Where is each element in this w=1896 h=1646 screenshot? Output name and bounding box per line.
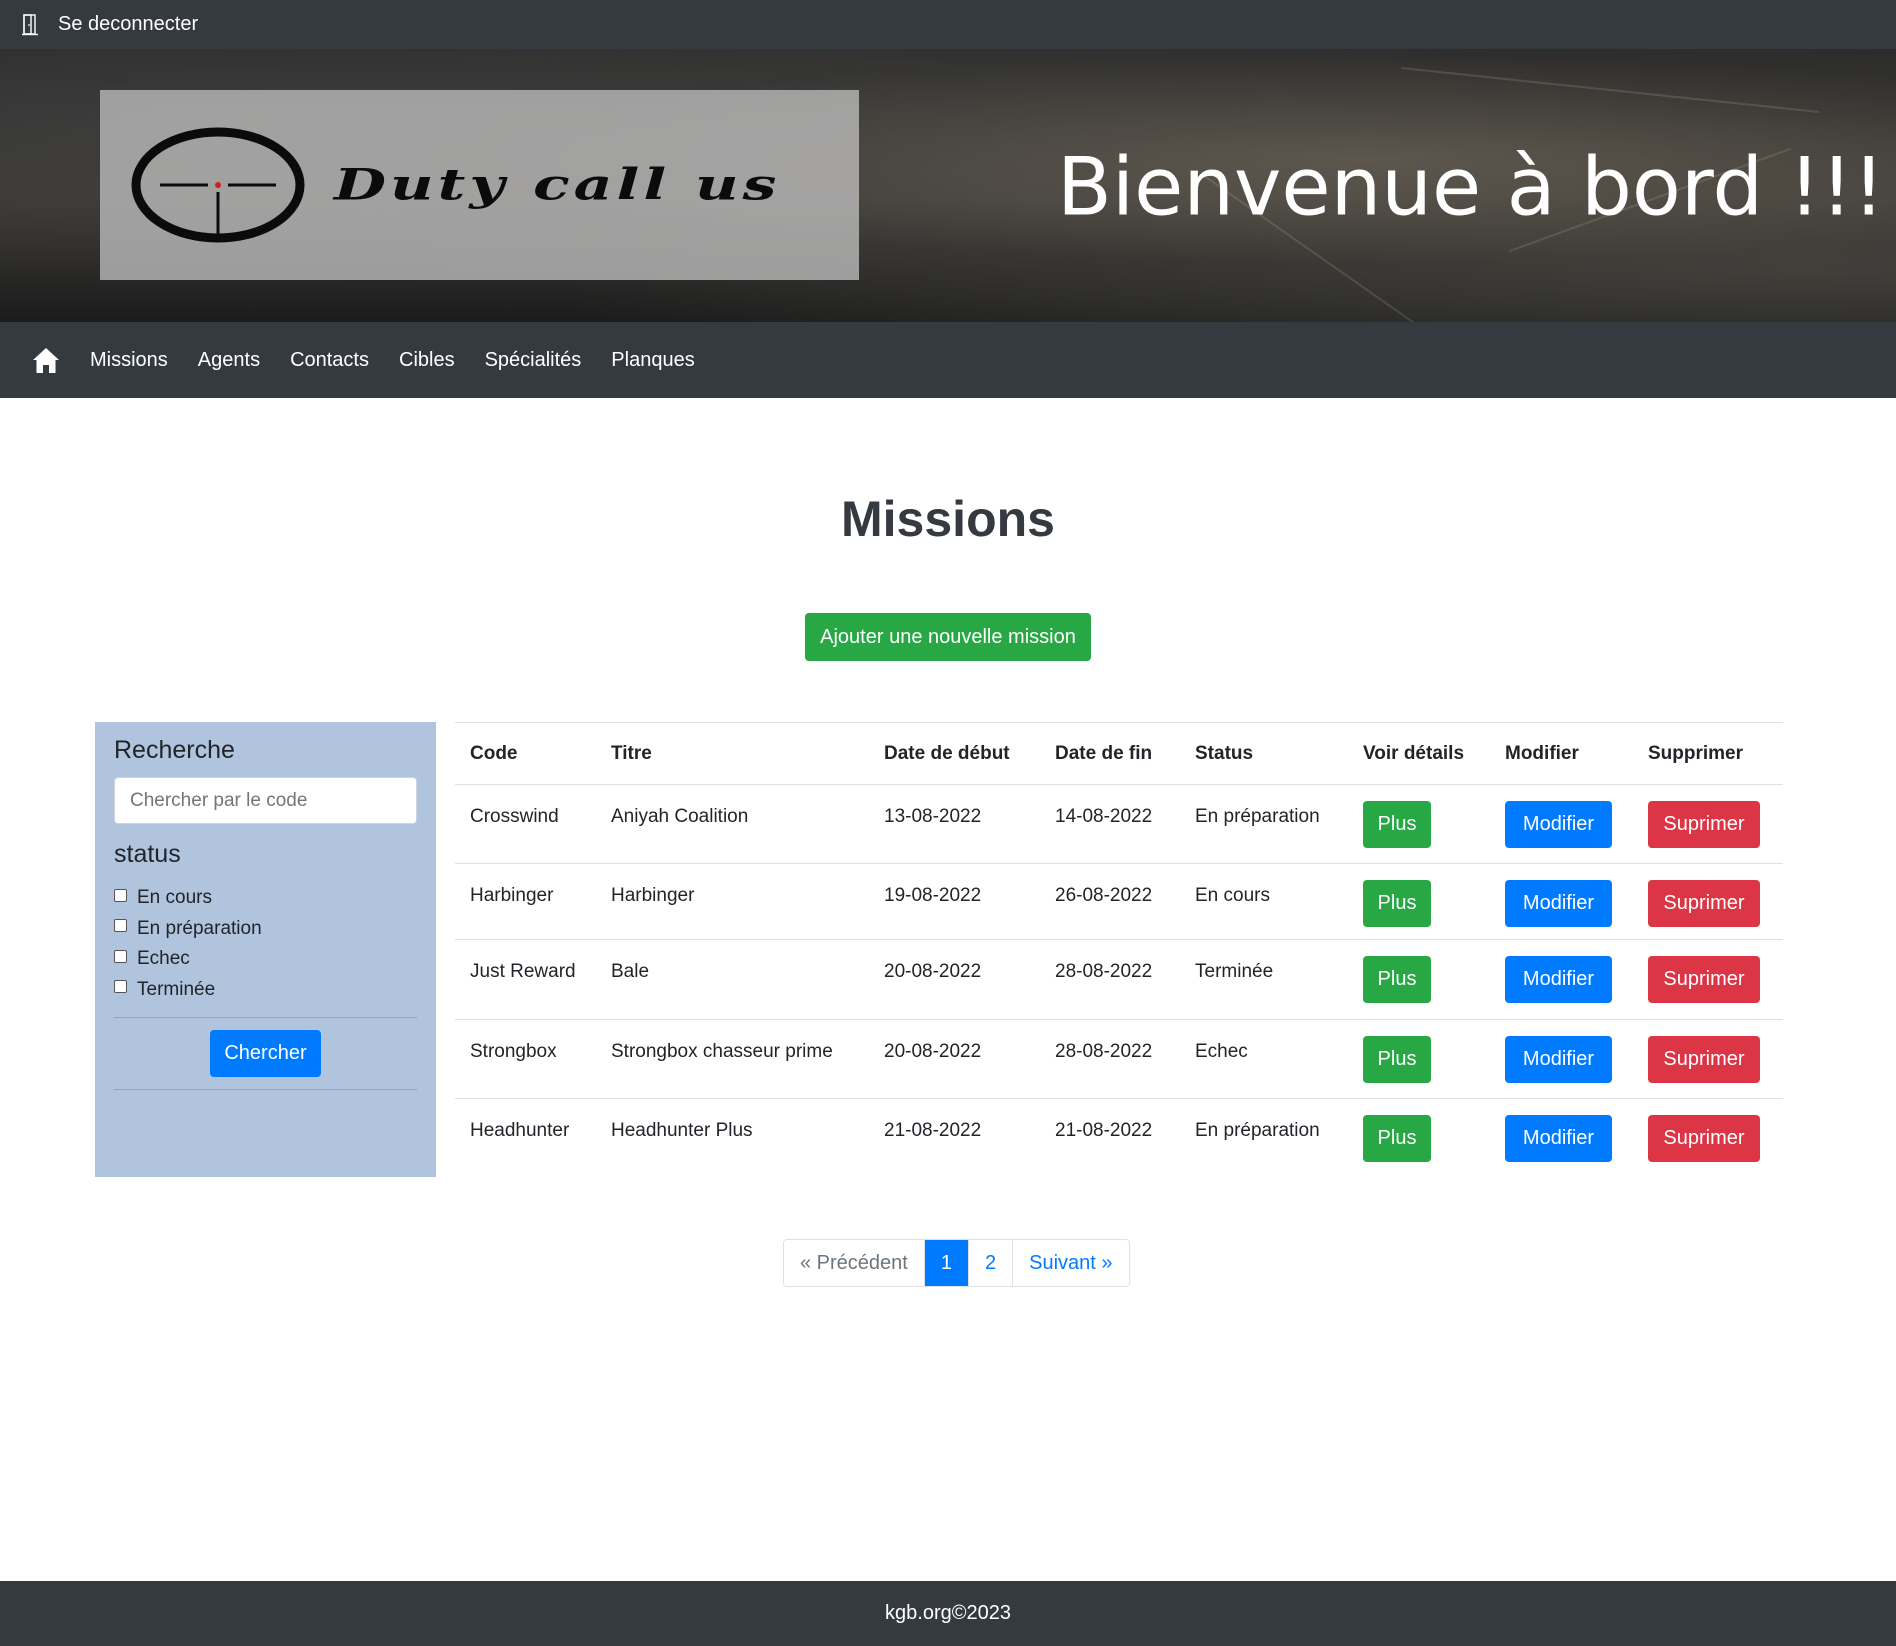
cell-end-date: 28-08-2022 — [1040, 1019, 1180, 1099]
delete-button[interactable]: Suprimer — [1648, 956, 1760, 1003]
cell-start-date: 21-08-2022 — [884, 1120, 982, 1141]
nav-item-planques[interactable]: Planques — [611, 349, 694, 372]
checkbox-label: En cours — [137, 887, 212, 909]
details-button[interactable]: Plus — [1363, 1115, 1431, 1162]
cell-status: En cours — [1180, 863, 1348, 940]
nav-item-contacts[interactable]: Contacts — [290, 349, 369, 372]
nav-item-specialites[interactable]: Spécialités — [485, 349, 582, 372]
pagination-page-1[interactable]: 1 — [924, 1240, 969, 1286]
checkbox-label: Echec — [137, 948, 190, 970]
details-button[interactable]: Plus — [1363, 801, 1431, 848]
status-filter-echec[interactable]: Echec — [114, 944, 417, 975]
checkbox[interactable] — [114, 919, 127, 933]
search-button[interactable]: Chercher — [210, 1030, 321, 1077]
details-button[interactable]: Plus — [1363, 956, 1431, 1003]
nav-item-missions[interactable]: Missions — [90, 349, 168, 372]
banner: Duty call us Bienvenue à bord !!! — [0, 49, 1896, 322]
column-header: Date de fin — [1040, 722, 1180, 785]
cell-end-date: 28-08-2022 — [1040, 939, 1180, 1020]
cell-code: Harbinger — [455, 863, 596, 940]
pagination-prev[interactable]: « Précédent — [784, 1240, 925, 1286]
logout-link[interactable]: Se deconnecter — [58, 13, 198, 36]
cell-title: Bale — [596, 939, 869, 1020]
cell-start-date: 20-08-2022 — [869, 1019, 1040, 1099]
column-header: Status — [1180, 722, 1348, 785]
pagination-page-2[interactable]: 2 — [968, 1240, 1014, 1286]
checkbox-label: Terminée — [137, 978, 216, 1000]
cell-status: Terminée — [1180, 939, 1348, 1020]
sidebar-title: Recherche — [114, 736, 235, 764]
home-icon[interactable] — [32, 346, 60, 374]
cell-status: En préparation — [1195, 1120, 1320, 1141]
checkbox-label: En préparation — [137, 917, 262, 939]
table-header-row: Code Titre Date de début Date de fin Sta… — [455, 722, 1783, 785]
edit-button[interactable]: Modifier — [1505, 880, 1612, 927]
edit-button[interactable]: Modifier — [1505, 801, 1612, 848]
cell-code: Strongbox — [455, 1019, 596, 1099]
main-nav: Missions Agents Contacts Cibles Spéciali… — [0, 322, 1896, 398]
pagination-next[interactable]: Suivant » — [1013, 1240, 1129, 1286]
status-filter-en-cours[interactable]: En cours — [114, 883, 417, 914]
checkbox[interactable] — [114, 980, 127, 994]
table-row: Headhunter Headhunter Plus 21-08-2022 21… — [455, 1099, 1783, 1178]
missions-table: Code Titre Date de début Date de fin Sta… — [455, 722, 1783, 1178]
footer-text: kgb.org©2023 — [885, 1602, 1011, 1624]
divider — [114, 1017, 417, 1018]
column-header: Titre — [596, 722, 869, 785]
top-bar: Se deconnecter — [0, 0, 1896, 49]
cell-code: Headhunter — [470, 1120, 570, 1141]
cell-status: Echec — [1180, 1019, 1348, 1099]
details-button[interactable]: Plus — [1363, 1036, 1431, 1083]
checkbox[interactable] — [114, 888, 127, 902]
delete-button[interactable]: Suprimer — [1648, 801, 1760, 848]
cell-end-date: 14-08-2022 — [1040, 784, 1180, 864]
column-header: Code — [455, 722, 596, 785]
column-header: Supprimer — [1633, 722, 1783, 785]
table-row: Just Reward Bale 20-08-2022 28-08-2022 T… — [455, 939, 1783, 1020]
status-filter-terminee[interactable]: Terminée — [114, 975, 417, 1006]
table-row: Crosswind Aniyah Coalition 13-08-2022 14… — [455, 784, 1783, 864]
pagination: « Précédent 1 2 Suivant » — [783, 1239, 1130, 1287]
delete-button[interactable]: Suprimer — [1648, 880, 1760, 927]
footer: kgb.org©2023 — [0, 1581, 1896, 1646]
cell-code: Just Reward — [455, 939, 596, 1020]
details-button[interactable]: Plus — [1363, 880, 1431, 927]
cell-title: Headhunter Plus — [611, 1120, 753, 1141]
code-search-input[interactable] — [114, 777, 417, 824]
nav-item-agents[interactable]: Agents — [198, 349, 260, 372]
cell-title: Strongbox chasseur prime — [596, 1019, 869, 1099]
checkbox[interactable] — [114, 949, 127, 963]
divider — [114, 1089, 417, 1090]
page-title: Missions — [841, 491, 1055, 547]
nav-item-cibles[interactable]: Cibles — [399, 349, 455, 372]
cell-start-date: 20-08-2022 — [869, 939, 1040, 1020]
welcome-heading: Bienvenue à bord !!! — [1057, 140, 1885, 234]
column-header: Voir détails — [1348, 722, 1490, 785]
delete-button[interactable]: Suprimer — [1648, 1115, 1760, 1162]
cell-start-date: 13-08-2022 — [869, 784, 1040, 864]
logo-text: Duty call us — [334, 159, 781, 211]
cell-title: Aniyah Coalition — [596, 784, 869, 864]
column-header: Modifier — [1490, 722, 1633, 785]
cell-code: Crosswind — [455, 784, 596, 864]
cell-end-date: 26-08-2022 — [1040, 863, 1180, 940]
table-row: Strongbox Strongbox chasseur prime 20-08… — [455, 1019, 1783, 1099]
delete-button[interactable]: Suprimer — [1648, 1036, 1760, 1083]
cell-status: En préparation — [1180, 784, 1348, 864]
edit-button[interactable]: Modifier — [1505, 956, 1612, 1003]
door-icon — [22, 13, 38, 35]
search-sidebar: Recherche status En cours En préparation… — [95, 722, 436, 1177]
cell-end-date: 21-08-2022 — [1055, 1120, 1153, 1141]
status-filter-en-preparation[interactable]: En préparation — [114, 914, 417, 945]
add-mission-button[interactable]: Ajouter une nouvelle mission — [805, 613, 1091, 661]
logo[interactable]: Duty call us — [100, 90, 859, 280]
edit-button[interactable]: Modifier — [1505, 1036, 1612, 1083]
status-title: status — [114, 840, 181, 868]
cell-title: Harbinger — [596, 863, 869, 940]
edit-button[interactable]: Modifier — [1505, 1115, 1612, 1162]
cell-start-date: 19-08-2022 — [869, 863, 1040, 940]
column-header: Date de début — [869, 722, 1040, 785]
table-row: Harbinger Harbinger 19-08-2022 26-08-202… — [455, 863, 1783, 940]
crosshair-icon — [131, 127, 305, 243]
